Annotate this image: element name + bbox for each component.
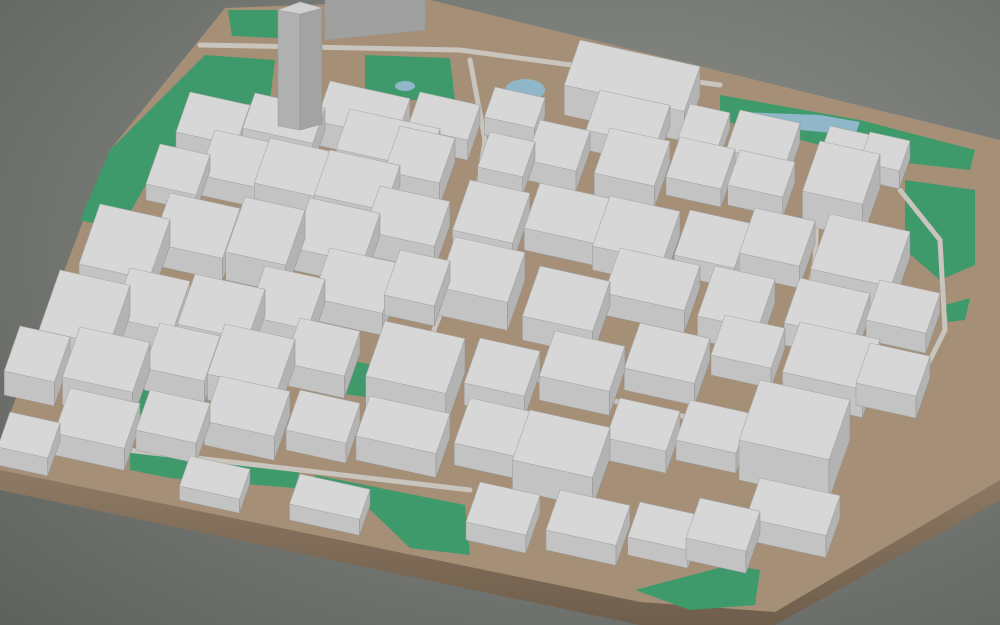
building-block (283, 317, 361, 399)
tall-tower (276, 1, 324, 131)
city-model-scene[interactable] (0, 0, 1000, 625)
building-block (0, 411, 61, 477)
building-block (465, 481, 541, 554)
building-block (727, 149, 796, 218)
building-block (855, 342, 931, 419)
building-block (437, 236, 526, 331)
building-block (203, 375, 291, 461)
viewport-3d[interactable] (0, 0, 1000, 625)
building-block (593, 127, 671, 209)
building-block (738, 379, 851, 501)
building-block (623, 322, 711, 406)
building-block (53, 387, 141, 471)
tower-face-side (299, 7, 323, 131)
building-block (665, 136, 736, 208)
tower-face-front (277, 9, 301, 131)
park-north-strip (228, 10, 278, 38)
building-block (710, 314, 786, 389)
building-block (605, 397, 681, 474)
building-block (135, 389, 211, 464)
building-block (538, 330, 626, 416)
fountain-plaza (395, 81, 415, 91)
building-block (685, 497, 761, 574)
building-block (285, 389, 361, 464)
